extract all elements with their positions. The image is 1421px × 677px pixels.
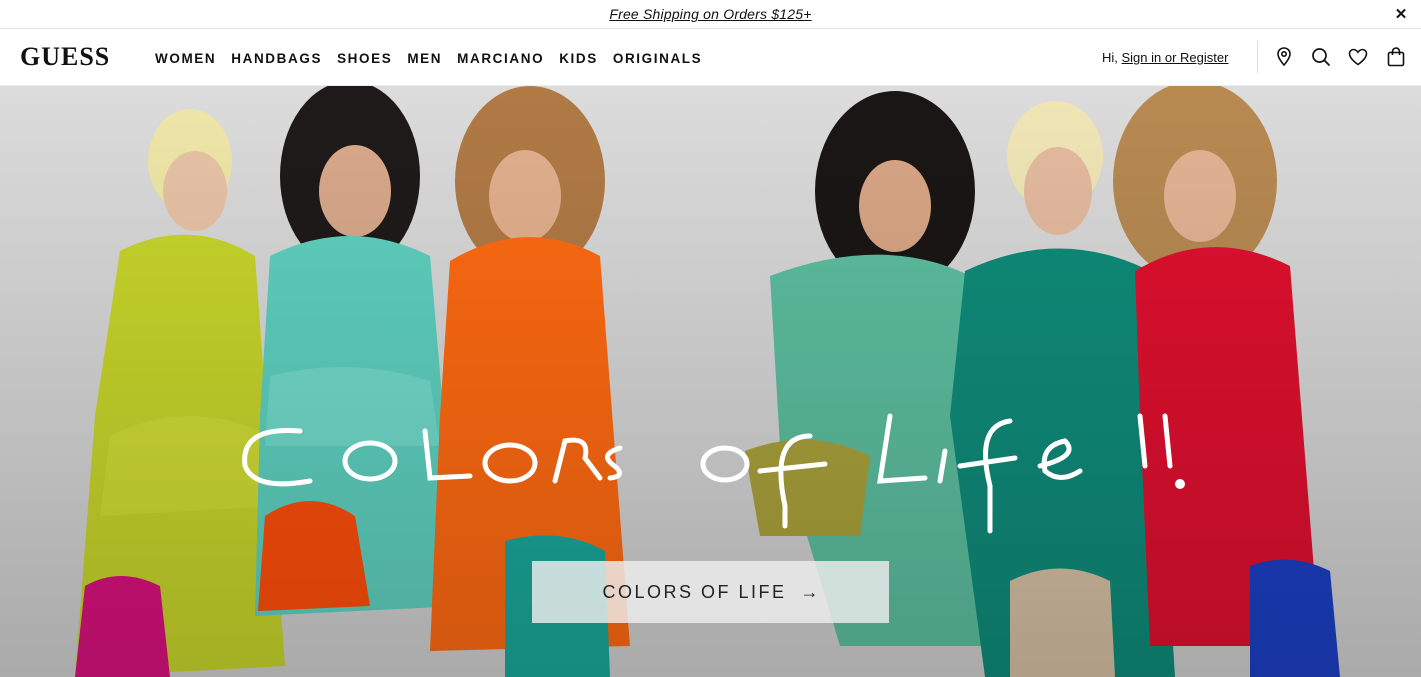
guess-logo[interactable]: GUESS: [20, 42, 110, 72]
account-greeting: Hi, Sign in or Register: [1102, 50, 1228, 65]
hero-banner[interactable]: COLORS OF LIFE →: [0, 86, 1421, 677]
nav-item-kids[interactable]: KIDS: [559, 51, 598, 66]
search-icon[interactable]: [1310, 46, 1332, 68]
header-divider: [1257, 41, 1258, 73]
nav-item-originals[interactable]: ORIGINALS: [613, 51, 702, 66]
store-locator-icon[interactable]: [1273, 46, 1295, 68]
free-shipping-link[interactable]: Free Shipping on Orders $125+: [609, 6, 811, 22]
nav-item-marciano[interactable]: MARCIANO: [457, 51, 544, 66]
main-nav: WOMEN HANDBAGS SHOES MEN MARCIANO KIDS O…: [155, 30, 717, 86]
shopping-bag-icon[interactable]: [1385, 46, 1407, 68]
close-icon[interactable]: ✕: [1393, 6, 1409, 23]
site-header: GUESS WOMEN HANDBAGS SHOES MEN MARCIANO …: [0, 30, 1421, 86]
colors-of-life-cta[interactable]: COLORS OF LIFE →: [532, 561, 889, 623]
promo-bar: Free Shipping on Orders $125+ ✕: [0, 0, 1421, 29]
nav-item-handbags[interactable]: HANDBAGS: [231, 51, 322, 66]
arrow-right-icon: →: [800, 581, 819, 602]
cta-label: COLORS OF LIFE: [602, 581, 787, 602]
nav-item-men[interactable]: MEN: [407, 51, 442, 66]
sign-in-register-link[interactable]: Sign in or Register: [1122, 50, 1229, 65]
heart-icon[interactable]: [1347, 46, 1369, 68]
nav-item-shoes[interactable]: SHOES: [337, 51, 392, 66]
nav-item-women[interactable]: WOMEN: [155, 51, 216, 66]
greeting-text: Hi,: [1102, 50, 1122, 65]
